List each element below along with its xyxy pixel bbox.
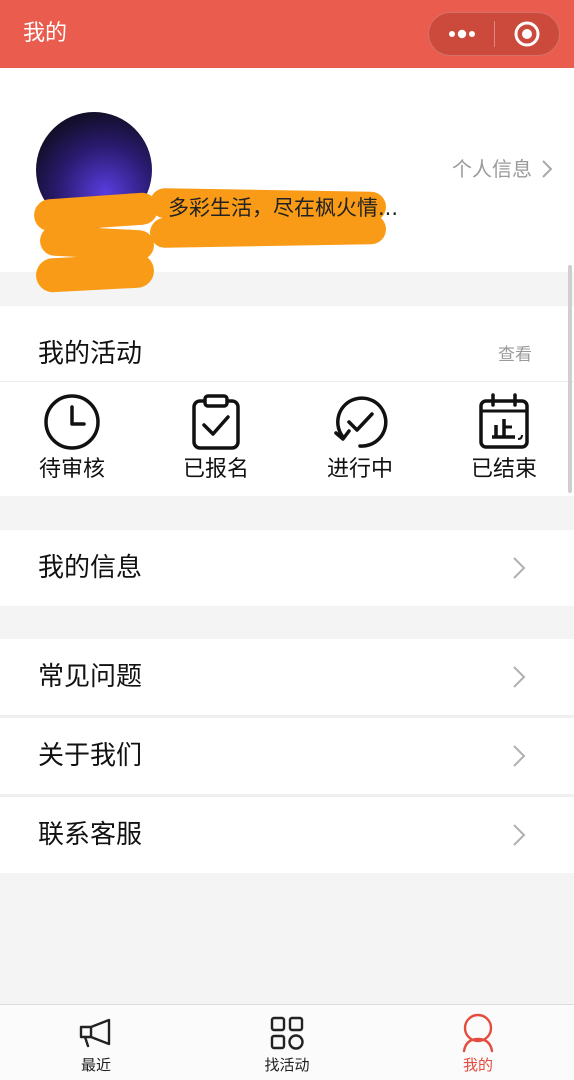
personal-info-link[interactable]: 个人信息: [452, 154, 552, 184]
clock-icon: [44, 394, 100, 450]
chevron-right-icon: [513, 557, 526, 579]
menu-about-us[interactable]: 关于我们: [0, 718, 574, 794]
menu-my-info[interactable]: 我的信息: [0, 530, 574, 606]
menu-label: 我的信息: [38, 553, 143, 583]
menu-label: 关于我们: [38, 741, 143, 771]
tab-find-activity[interactable]: 找活动: [237, 1013, 337, 1079]
menu-contact-service[interactable]: 联系客服: [0, 797, 574, 873]
redaction-mark: [35, 252, 155, 294]
my-activities-section: 我的活动 查看 待审核 已报名 进行中 已结束: [0, 306, 574, 496]
calendar-stop-icon: [479, 393, 529, 449]
view-activities-link[interactable]: 查看: [498, 342, 532, 368]
page-title: 我的: [23, 21, 68, 46]
chevron-right-icon: [542, 160, 552, 178]
activity-label: 已报名: [182, 457, 249, 482]
activity-label: 进行中: [326, 457, 393, 482]
profile-slogan: 多彩生活，尽在枫火情...: [168, 196, 399, 220]
mini-program-capsule: [428, 12, 560, 56]
tab-mine[interactable]: 我的: [428, 1013, 528, 1079]
more-button[interactable]: [429, 12, 494, 56]
grid-icon: [270, 1016, 304, 1050]
person-icon: [462, 1013, 494, 1053]
tab-label: 最近: [80, 1056, 111, 1074]
activity-in-progress[interactable]: 进行中: [300, 392, 420, 492]
tab-label: 我的: [462, 1056, 493, 1074]
activity-label: 已结束: [470, 457, 537, 482]
activity-pending[interactable]: 待审核: [12, 392, 132, 492]
chevron-right-icon: [513, 824, 526, 846]
divider: [0, 381, 574, 382]
refresh-check-icon: [334, 396, 388, 448]
header-bar: 我的: [0, 0, 574, 68]
menu-label: 常见问题: [38, 662, 143, 692]
tab-label: 找活动: [264, 1056, 310, 1074]
chevron-right-icon: [513, 745, 526, 767]
activities-title: 我的活动: [38, 339, 143, 369]
bottom-tab-bar: 最近 找活动 我的: [0, 1004, 574, 1080]
personal-info-label: 个人信息: [452, 157, 532, 181]
profile-card[interactable]: 多彩生活，尽在枫火情... 个人信息: [0, 68, 574, 294]
activity-label: 待审核: [38, 457, 105, 482]
megaphone-icon: [79, 1018, 111, 1048]
target-close-icon: [514, 21, 540, 47]
menu-faq[interactable]: 常见问题: [0, 639, 574, 715]
clipboard-check-icon: [192, 394, 240, 450]
activity-registered[interactable]: 已报名: [156, 392, 276, 492]
scrollbar[interactable]: [568, 265, 572, 493]
more-dots-icon: [448, 29, 475, 39]
tab-recent[interactable]: 最近: [46, 1013, 146, 1079]
chevron-right-icon: [513, 666, 526, 688]
menu-label: 联系客服: [38, 820, 143, 850]
activity-ended[interactable]: 已结束: [444, 392, 564, 492]
close-button[interactable]: [495, 12, 559, 56]
